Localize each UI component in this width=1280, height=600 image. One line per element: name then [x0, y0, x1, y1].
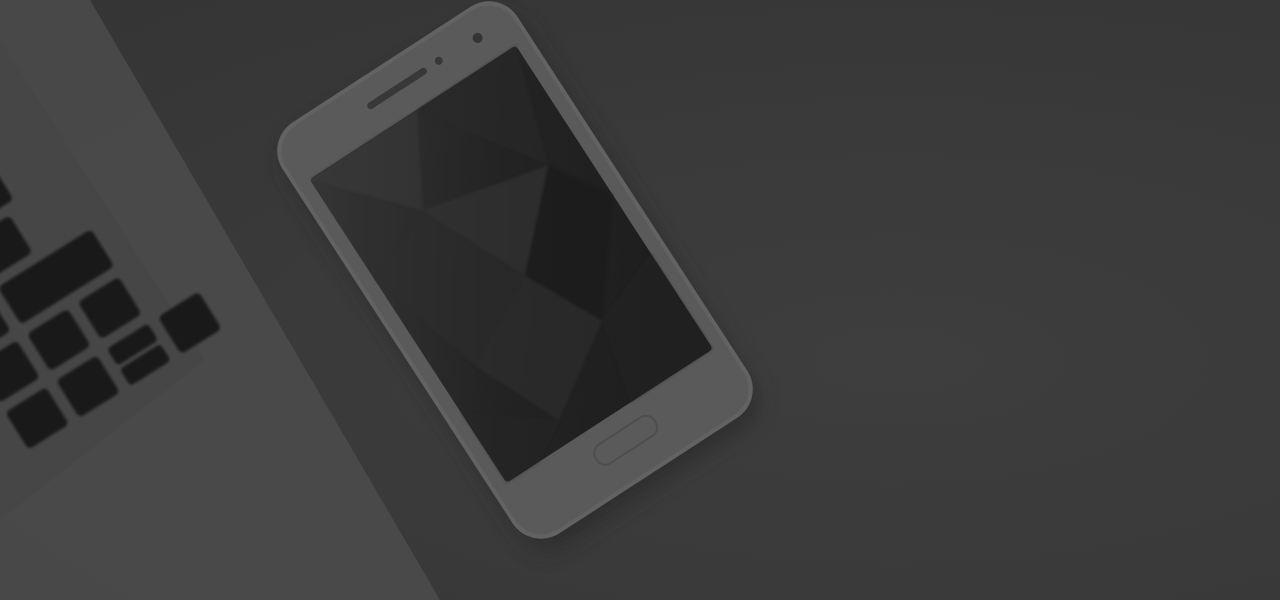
desk-scene	[0, 0, 761, 600]
hero-background-photo	[0, 0, 1280, 600]
